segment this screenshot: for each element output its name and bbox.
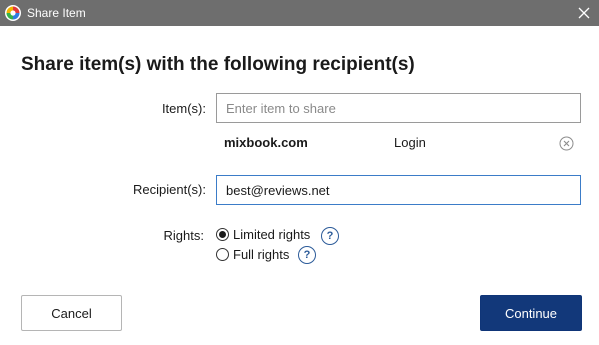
window-titlebar: Share Item bbox=[0, 0, 599, 26]
recipients-input[interactable] bbox=[216, 175, 581, 205]
help-icon[interactable]: ? bbox=[298, 246, 316, 264]
radio-label-full-rights: Full rights bbox=[233, 247, 290, 262]
radio-full-rights[interactable]: Full rights bbox=[216, 247, 289, 262]
app-logo-icon bbox=[5, 5, 21, 21]
dialog-heading: Share item(s) with the following recipie… bbox=[21, 54, 415, 75]
help-icon[interactable]: ? bbox=[321, 227, 339, 245]
radio-limited-rights[interactable]: Limited rights bbox=[216, 227, 310, 242]
rights-label: Rights: bbox=[163, 228, 204, 243]
items-input[interactable] bbox=[216, 93, 581, 123]
window-title: Share Item bbox=[27, 6, 86, 20]
radio-button-checked[interactable] bbox=[216, 228, 229, 241]
items-label: Item(s): bbox=[161, 101, 206, 116]
continue-button[interactable]: Continue bbox=[480, 295, 582, 331]
cancel-button[interactable]: Cancel bbox=[21, 295, 122, 331]
remove-circle-x-icon[interactable] bbox=[559, 136, 574, 151]
close-icon bbox=[578, 7, 590, 19]
radio-button-unchecked[interactable] bbox=[216, 248, 229, 261]
selected-item-name: mixbook.com bbox=[224, 135, 308, 150]
close-button[interactable] bbox=[569, 0, 599, 26]
recipients-label: Recipient(s): bbox=[133, 182, 206, 197]
radio-label-limited-rights: Limited rights bbox=[233, 227, 311, 242]
selected-item-type: Login bbox=[394, 135, 426, 150]
